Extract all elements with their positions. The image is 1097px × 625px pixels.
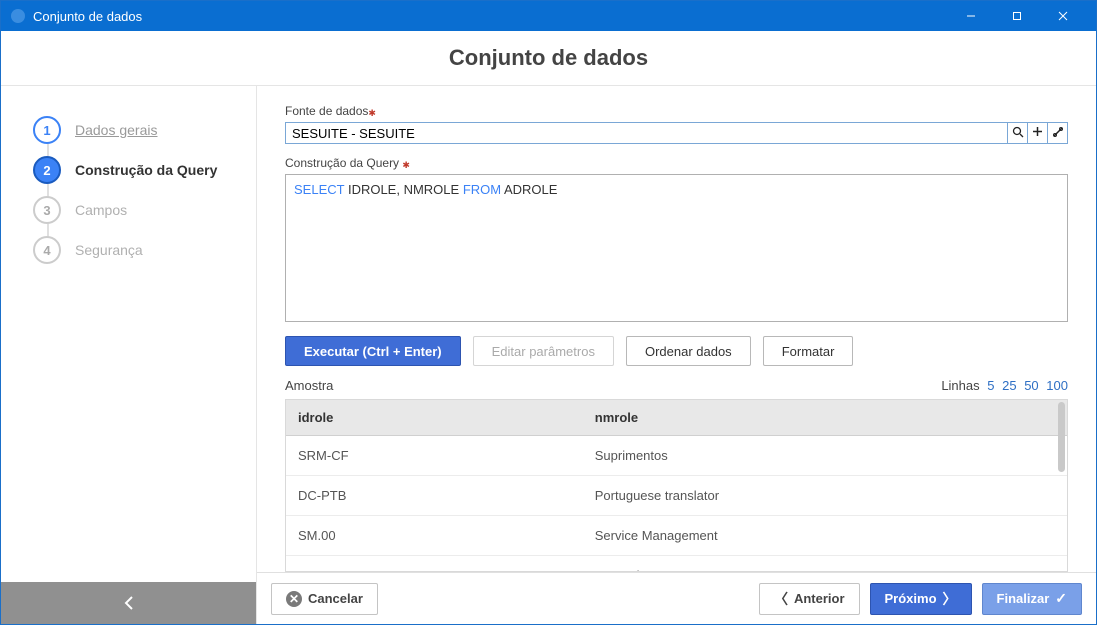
- cell-idrole: Ins: [286, 556, 583, 573]
- order-data-button[interactable]: Ordenar dados: [626, 336, 751, 366]
- search-datasource-button[interactable]: [1008, 122, 1028, 144]
- page-header: Conjunto de dados: [1, 31, 1096, 86]
- table-row[interactable]: DC-PTB Portuguese translator: [286, 476, 1067, 516]
- unlink-icon: [1052, 126, 1064, 141]
- chevron-left-icon: 〈: [774, 589, 788, 609]
- window-title: Conjunto de dados: [33, 9, 948, 24]
- step-dados-gerais[interactable]: 1 Dados gerais: [33, 110, 256, 150]
- required-icon: [402, 157, 410, 171]
- table-row[interactable]: Ins Inspection: [286, 556, 1067, 573]
- cell-idrole: DC-PTB: [286, 476, 583, 516]
- titlebar: Conjunto de dados: [1, 1, 1096, 31]
- step-number: 4: [33, 236, 61, 264]
- sample-table: idrole nmrole SRM-CF Suprimentos DC-PTB: [286, 400, 1067, 572]
- sample-label: Amostra: [285, 378, 333, 393]
- wizard-sidebar: 1 Dados gerais 2 Construção da Query 3 C…: [1, 86, 257, 624]
- finish-button[interactable]: Finalizar ✓: [982, 583, 1082, 615]
- app-icon: [11, 9, 25, 23]
- edit-params-button[interactable]: Editar parâmetros: [473, 336, 614, 366]
- step-label: Campos: [75, 202, 127, 218]
- step-label: Construção da Query: [75, 162, 217, 178]
- unlink-datasource-button[interactable]: [1048, 122, 1068, 144]
- execute-button[interactable]: Executar (Ctrl + Enter): [285, 336, 461, 366]
- step-seguranca[interactable]: 4 Segurança: [33, 230, 256, 270]
- sidebar-back-button[interactable]: [1, 582, 256, 624]
- check-icon: ✓: [1055, 590, 1067, 607]
- page-title: Conjunto de dados: [449, 45, 648, 71]
- lines-option-5[interactable]: 5: [987, 378, 994, 393]
- lines-selector: Linhas 5 25 50 100: [941, 378, 1068, 393]
- col-idrole[interactable]: idrole: [286, 400, 583, 436]
- maximize-button[interactable]: [994, 1, 1040, 31]
- format-button[interactable]: Formatar: [763, 336, 854, 366]
- col-nmrole[interactable]: nmrole: [583, 400, 1067, 436]
- add-datasource-button[interactable]: [1028, 122, 1048, 144]
- lines-option-50[interactable]: 50: [1024, 378, 1038, 393]
- query-label: Construção da Query: [285, 156, 1068, 170]
- plus-icon: [1032, 126, 1043, 140]
- cell-nmrole: Inspection: [583, 556, 1067, 573]
- cancel-button[interactable]: ✕ Cancelar: [271, 583, 378, 615]
- close-icon: ✕: [286, 591, 302, 607]
- table-row[interactable]: SRM-CF Suprimentos: [286, 436, 1067, 476]
- cell-nmrole: Suprimentos: [583, 436, 1067, 476]
- chevron-right-icon: 〉: [943, 589, 957, 609]
- lines-option-25[interactable]: 25: [1002, 378, 1016, 393]
- cell-nmrole: Portuguese translator: [583, 476, 1067, 516]
- next-button[interactable]: Próximo 〉: [870, 583, 972, 615]
- search-icon: [1012, 126, 1024, 141]
- previous-button[interactable]: 〈 Anterior: [759, 583, 860, 615]
- step-number: 2: [33, 156, 61, 184]
- step-label: Dados gerais: [75, 122, 158, 138]
- datasource-input[interactable]: [285, 122, 1008, 144]
- datasource-label: Fonte de dados: [285, 104, 1068, 118]
- minimize-button[interactable]: [948, 1, 994, 31]
- step-label: Segurança: [75, 242, 143, 258]
- step-campos[interactable]: 3 Campos: [33, 190, 256, 230]
- query-editor[interactable]: SELECT IDROLE, NMROLE FROM ADROLE: [285, 174, 1068, 322]
- step-number: 3: [33, 196, 61, 224]
- close-button[interactable]: [1040, 1, 1086, 31]
- lines-option-100[interactable]: 100: [1046, 378, 1068, 393]
- cell-idrole: SM.00: [286, 516, 583, 556]
- step-construcao-query[interactable]: 2 Construção da Query: [33, 150, 256, 190]
- table-row[interactable]: SM.00 Service Management: [286, 516, 1067, 556]
- step-number: 1: [33, 116, 61, 144]
- cell-nmrole: Service Management: [583, 516, 1067, 556]
- required-icon: [368, 105, 376, 119]
- chevron-left-icon: [124, 595, 134, 611]
- wizard-footer: ✕ Cancelar 〈 Anterior Próximo 〉 Finaliza…: [257, 572, 1096, 624]
- sample-table-container[interactable]: idrole nmrole SRM-CF Suprimentos DC-PTB: [285, 399, 1068, 572]
- cell-idrole: SRM-CF: [286, 436, 583, 476]
